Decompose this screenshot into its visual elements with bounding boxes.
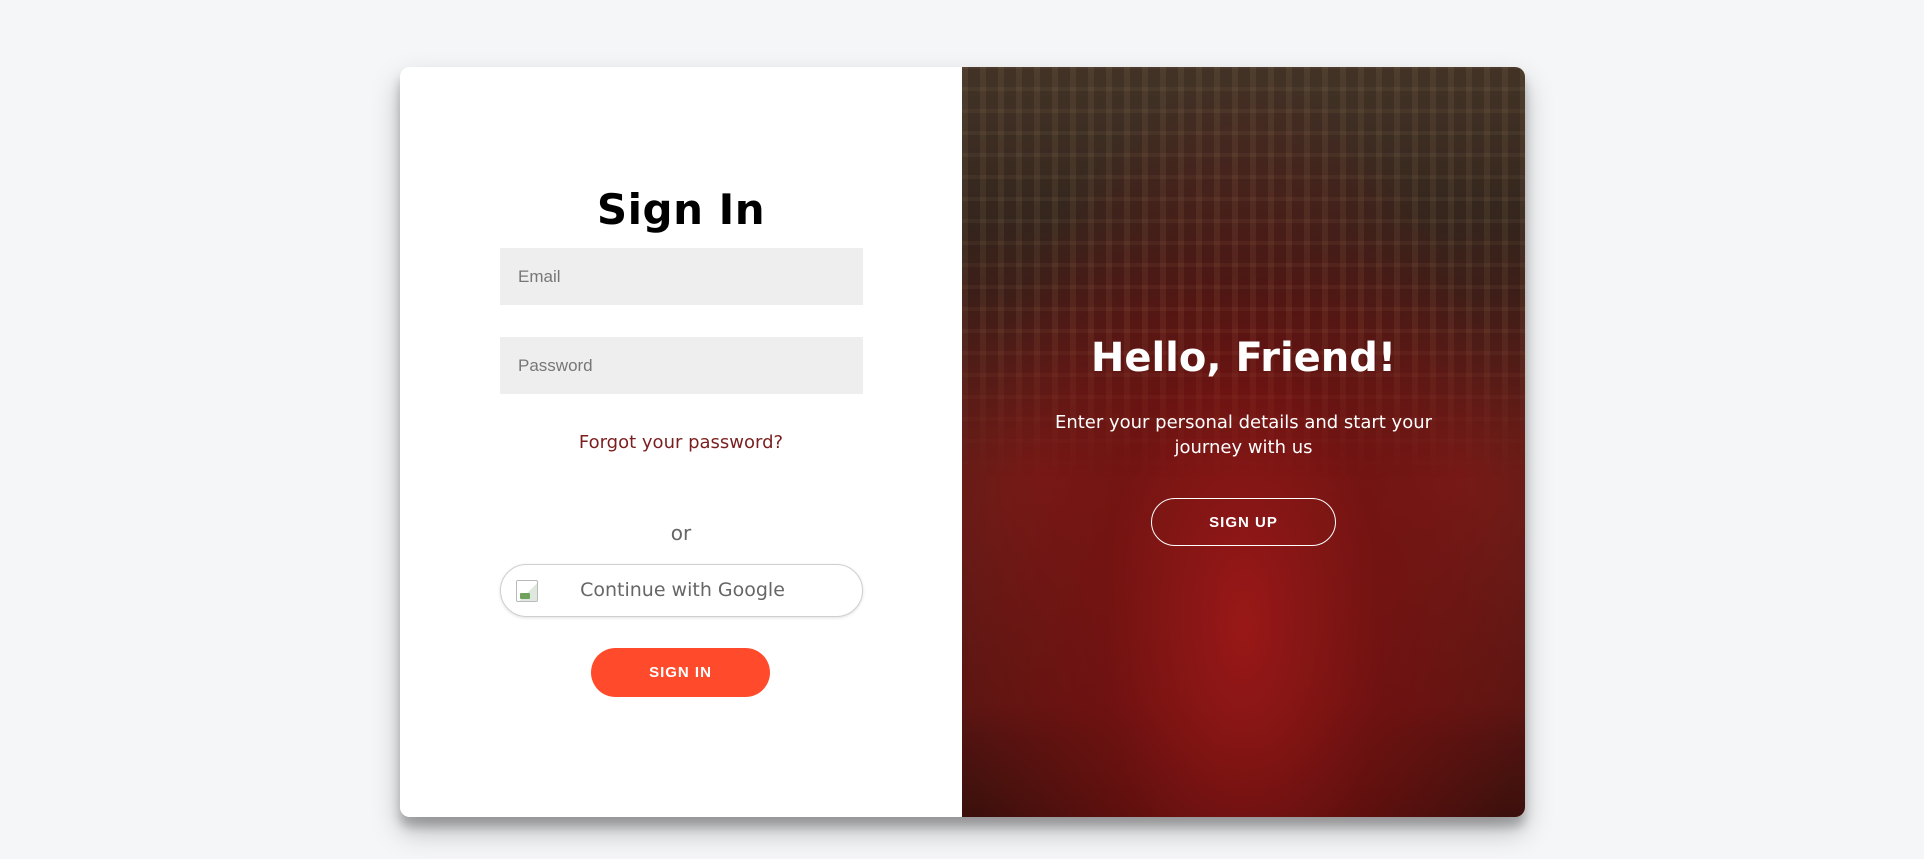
- auth-card: Sign In Forgot your password? or Continu…: [400, 67, 1525, 817]
- overlay-heading: Hello, Friend!: [1090, 335, 1397, 381]
- signin-button[interactable]: SIGN IN: [591, 648, 770, 697]
- google-button-label: Continue with Google: [580, 579, 785, 601]
- or-divider: or: [670, 521, 692, 545]
- email-field[interactable]: [500, 248, 863, 305]
- password-field[interactable]: [500, 337, 863, 394]
- google-signin-button[interactable]: Continue with Google: [500, 564, 863, 617]
- overlay-text: Enter your personal details and start yo…: [1054, 412, 1433, 458]
- forgot-password-link[interactable]: Forgot your password?: [400, 432, 962, 453]
- signin-title: Sign In: [596, 185, 766, 234]
- overlay-panel: Hello, Friend! Enter your personal detai…: [962, 67, 1525, 817]
- signin-form: Sign In Forgot your password? or Continu…: [400, 67, 962, 817]
- signup-button[interactable]: SIGN UP: [1151, 498, 1336, 546]
